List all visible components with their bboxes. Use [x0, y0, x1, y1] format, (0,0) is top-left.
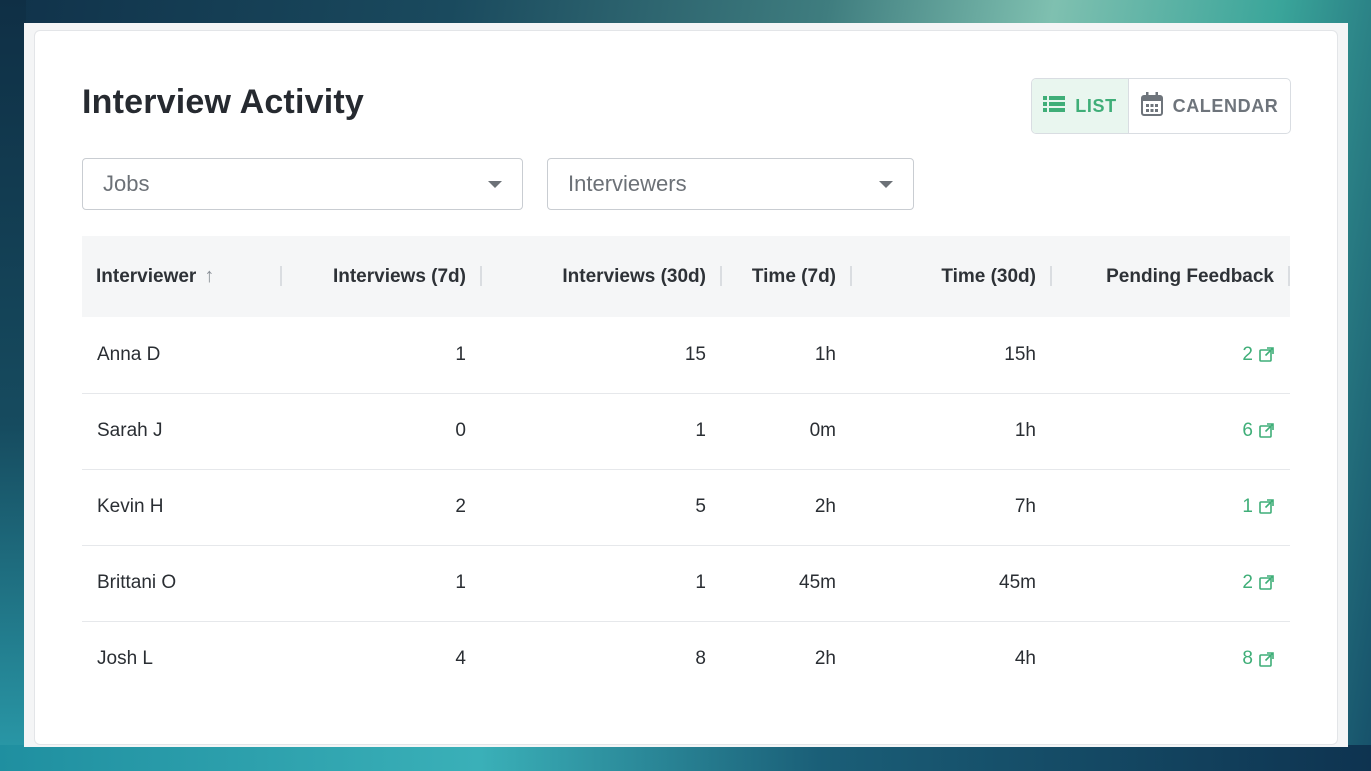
time-7d-value: 1h: [814, 343, 836, 365]
pending-feedback-link[interactable]: 8: [1052, 621, 1290, 697]
time-7d-value: 2h: [814, 648, 836, 670]
calendar-view-label: CALENDAR: [1172, 95, 1279, 116]
table-row: Kevin H 2 5 2h 7h 1: [82, 469, 1290, 545]
pending-feedback-link[interactable]: 2: [1052, 545, 1290, 621]
column-header-interviewer[interactable]: Interviewer ↑: [82, 236, 282, 317]
interviews-7d-value: 2: [455, 496, 466, 517]
interviews-30d-value: 8: [695, 648, 706, 670]
pending-feedback-link[interactable]: 1: [1052, 469, 1290, 545]
jobs-select[interactable]: Jobs: [82, 158, 523, 210]
external-link-icon: [1259, 347, 1274, 363]
chevron-down-icon: [879, 180, 893, 188]
interviews-7d-value: 1: [455, 572, 466, 593]
table-row: Anna D 1 15 1h 15h 2: [82, 317, 1290, 393]
pending-feedback-link[interactable]: 2: [1052, 317, 1290, 393]
time-30d-value: 1h: [1014, 420, 1036, 441]
jobs-select-placeholder: Jobs: [103, 171, 150, 196]
time-30d-value: 7h: [1014, 496, 1036, 517]
interviewer-name: Sarah J: [97, 420, 163, 441]
table-header-row: Interviewer ↑ Interviews (7d) Interviews …: [82, 236, 1290, 317]
column-header-pending-feedback[interactable]: Pending Feedback: [1052, 236, 1290, 317]
list-view-label: LIST: [1075, 95, 1117, 116]
interviews-7d-value: 1: [455, 343, 466, 365]
interviewer-name: Kevin H: [97, 496, 164, 517]
external-link-icon: [1259, 499, 1274, 515]
view-toggle: LIST CALENDAR: [1031, 78, 1291, 134]
time-30d-value: 4h: [1014, 648, 1036, 670]
interview-activity-table: Interviewer ↑ Interviews (7d) Interviews …: [82, 236, 1290, 697]
column-header-interviews-30d[interactable]: Interviews (30d): [482, 236, 722, 317]
column-divider[interactable]: [1288, 266, 1290, 286]
interviews-30d-value: 1: [695, 572, 706, 593]
interviews-7d-value: 0: [455, 420, 466, 441]
calendar-view-button[interactable]: CALENDAR: [1129, 79, 1290, 133]
list-icon: [1043, 95, 1066, 118]
time-30d-value: 15h: [1004, 343, 1036, 365]
interviewer-name: Josh L: [97, 648, 153, 670]
time-7d-value: 45m: [799, 572, 836, 593]
background-edge: [0, 0, 26, 771]
pending-feedback-link[interactable]: 6: [1052, 393, 1290, 469]
page-title: Interview Activity: [82, 83, 364, 121]
column-header-time-7d[interactable]: Time (7d): [722, 236, 852, 317]
interviewers-select-placeholder: Interviewers: [568, 171, 687, 196]
interviewer-name: Anna D: [97, 343, 161, 365]
calendar-icon: [1140, 91, 1163, 121]
interviewer-name: Brittani O: [97, 572, 177, 593]
interview-activity-card: Interview Activity LIST CALENDAR Jobs In…: [34, 30, 1338, 745]
interviews-7d-value: 4: [455, 648, 466, 670]
external-link-icon: [1259, 651, 1274, 667]
external-link-icon: [1259, 423, 1274, 439]
interviews-30d-value: 1: [695, 420, 706, 441]
time-7d-value: 0m: [809, 420, 836, 441]
background-glow: [0, 745, 1371, 771]
interviews-30d-value: 15: [684, 343, 706, 365]
interviews-30d-value: 5: [695, 496, 706, 517]
time-30d-value: 45m: [999, 572, 1036, 593]
list-view-button[interactable]: LIST: [1032, 79, 1129, 133]
time-7d-value: 2h: [814, 496, 836, 517]
table-row: Josh L 4 8 2h 4h 8: [82, 621, 1290, 697]
table-row: Brittani O 1 1 45m 45m 2: [82, 545, 1290, 621]
column-header-time-30d[interactable]: Time (30d): [852, 236, 1052, 317]
table-row: Sarah J 0 1 0m 1h 6: [82, 393, 1290, 469]
interviewers-select[interactable]: Interviewers: [547, 158, 914, 210]
chevron-down-icon: [488, 180, 502, 188]
external-link-icon: [1259, 575, 1274, 591]
arrow-up-icon[interactable]: ↑: [204, 265, 214, 287]
column-header-interviews-7d[interactable]: Interviews (7d): [282, 236, 482, 317]
